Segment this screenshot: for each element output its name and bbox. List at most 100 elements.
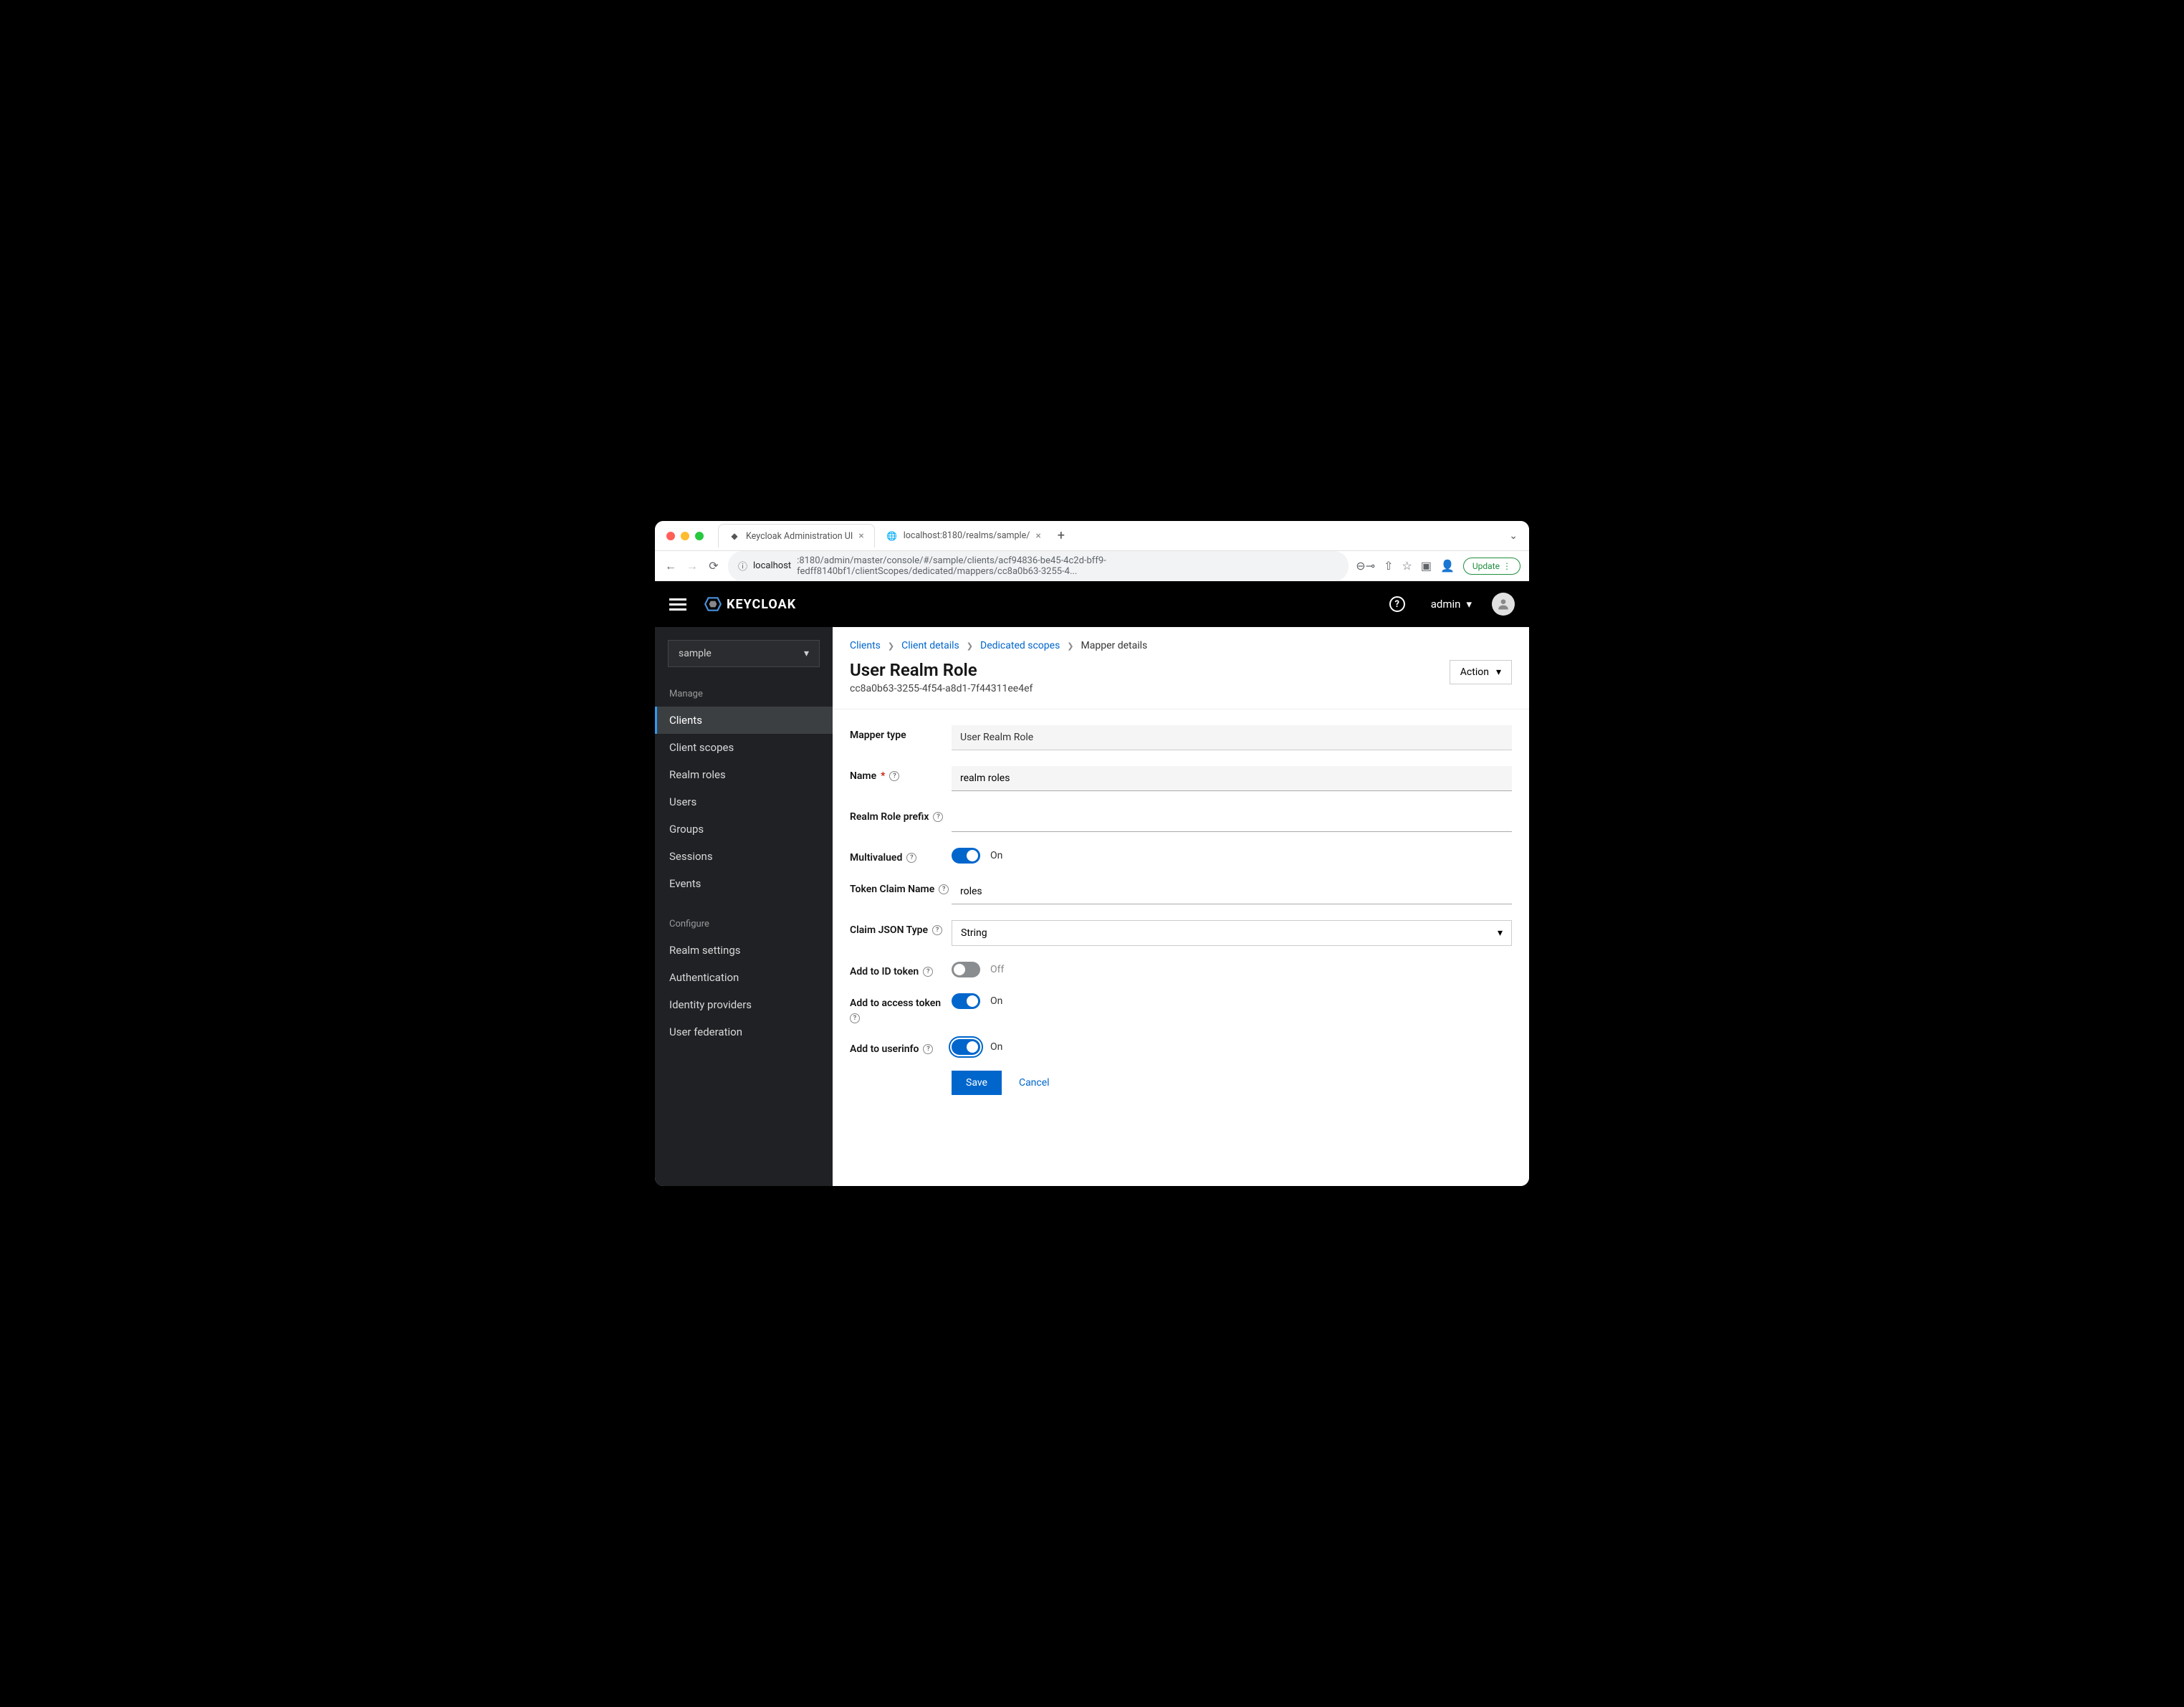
brand-text: KEYCLOAK [727,597,796,612]
sidebar-item-users[interactable]: Users [655,788,833,816]
traffic-lights [666,532,704,540]
prefix-input[interactable] [952,807,1512,832]
id-token-toggle[interactable] [952,962,980,977]
keycloak-logo-icon [704,595,722,613]
sidebar-item-authentication[interactable]: Authentication [655,964,833,991]
globe-favicon-icon: 🌐 [886,530,898,542]
nav-section-header: Manage [655,682,833,707]
caret-down-icon: ▾ [1466,598,1472,611]
label-token-claim-name: Token Claim Name [850,884,934,895]
sidebar-item-realm-settings[interactable]: Realm settings [655,937,833,964]
help-icon[interactable]: ? [939,884,949,894]
help-button[interactable]: ? [1389,596,1405,612]
help-icon[interactable]: ? [933,812,943,822]
toggle-state-text: Off [990,964,1004,975]
update-button[interactable]: Update⋮ [1463,558,1520,575]
bookmark-icon[interactable]: ☆ [1402,559,1412,573]
kebab-icon: ⋮ [1503,561,1511,571]
sidebar-item-identity-providers[interactable]: Identity providers [655,991,833,1018]
maximize-window-icon[interactable] [695,532,704,540]
breadcrumb-link-client-details[interactable]: Client details [901,640,959,651]
help-icon[interactable]: ? [850,1013,860,1023]
site-info-icon[interactable]: ⓘ [738,559,747,573]
browser-tab-localhost[interactable]: 🌐 localhost:8180/realms/sample/ × [876,525,1051,548]
chevron-right-icon: ❯ [967,641,973,651]
help-icon[interactable]: ? [923,1044,933,1054]
nav-section-header: Configure [655,912,833,937]
new-tab-button[interactable]: + [1053,528,1070,543]
sidebar: sample ▾ Manage Clients Client scopes Re… [655,627,833,1186]
close-window-icon[interactable] [666,532,675,540]
sidebar-item-clients[interactable]: Clients [655,707,833,734]
field-mapper-type: User Realm Role [952,725,1512,750]
label-add-to-userinfo: Add to userinfo [850,1043,919,1055]
name-input[interactable] [952,766,1512,791]
label-add-to-id-token: Add to ID token [850,966,919,977]
realm-selector[interactable]: sample ▾ [668,640,820,667]
help-icon[interactable]: ? [906,853,916,863]
sidebar-item-events[interactable]: Events [655,870,833,897]
app-topbar: KEYCLOAK ? admin ▾ [655,581,1529,627]
json-type-select[interactable]: String ▾ [952,920,1512,946]
page-title: User Realm Role [850,660,1033,680]
breadcrumb-link-clients[interactable]: Clients [850,640,881,651]
caret-down-icon: ▾ [1496,666,1501,678]
sidebar-item-sessions[interactable]: Sessions [655,843,833,870]
page-header: User Realm Role cc8a0b63-3255-4f54-a8d1-… [833,657,1529,709]
password-key-icon[interactable]: ⊖⊸ [1356,559,1375,573]
browser-tab-keycloak[interactable]: ◆ Keycloak Administration UI × [718,524,875,548]
label-claim-json-type: Claim JSON Type [850,924,928,936]
main-layout: sample ▾ Manage Clients Client scopes Re… [655,627,1529,1186]
label-realm-role-prefix: Realm Role prefix [850,811,929,823]
profile-icon[interactable]: 👤 [1440,559,1455,573]
url-path: :8180/admin/master/console/#/sample/clie… [797,555,1338,577]
close-tab-icon[interactable]: × [1035,530,1040,542]
address-bar: ← → ⟳ ⓘ localhost :8180/admin/master/cons… [655,551,1529,581]
share-icon[interactable]: ⇧ [1384,559,1393,573]
userinfo-toggle[interactable] [952,1039,980,1055]
person-icon [1496,597,1510,611]
forward-button[interactable]: → [685,559,699,573]
caret-down-icon: ▾ [1498,927,1503,939]
extensions-icon[interactable]: ▣ [1421,559,1432,573]
label-multivalued: Multivalued [850,852,902,864]
sidebar-item-groups[interactable]: Groups [655,816,833,843]
label-mapper-type: Mapper type [850,725,952,741]
avatar[interactable] [1492,593,1515,616]
token-claim-input[interactable] [952,879,1512,904]
reload-button[interactable]: ⟳ [707,559,721,573]
chevron-right-icon: ❯ [888,641,894,651]
tab-title: localhost:8180/realms/sample/ [904,530,1030,541]
minimize-window-icon[interactable] [681,532,689,540]
browser-window: ◆ Keycloak Administration UI × 🌐 localho… [655,521,1529,1186]
save-button[interactable]: Save [952,1071,1002,1095]
breadcrumb-link-dedicated-scopes[interactable]: Dedicated scopes [980,640,1060,651]
keycloak-favicon-icon: ◆ [729,530,740,542]
cancel-button[interactable]: Cancel [1019,1071,1050,1095]
sidebar-item-realm-roles[interactable]: Realm roles [655,761,833,788]
url-input[interactable]: ⓘ localhost :8180/admin/master/console/#/… [728,551,1349,581]
toggle-state-text: On [990,850,1002,861]
sidebar-item-client-scopes[interactable]: Client scopes [655,734,833,761]
tabs-overflow-icon[interactable]: ⌄ [1509,530,1518,542]
help-icon[interactable]: ? [932,925,942,935]
multivalued-toggle[interactable] [952,848,980,864]
sidebar-item-user-federation[interactable]: User federation [655,1018,833,1046]
titlebar: ◆ Keycloak Administration UI × 🌐 localho… [655,521,1529,551]
realm-name: sample [679,648,712,659]
content-area: Clients ❯ Client details ❯ Dedicated sco… [833,627,1529,1186]
breadcrumb-current: Mapper details [1081,640,1148,651]
menu-toggle-button[interactable] [669,596,686,613]
keycloak-logo[interactable]: KEYCLOAK [704,595,796,613]
action-menu-button[interactable]: Action ▾ [1450,660,1512,684]
help-icon[interactable]: ? [889,771,899,781]
toggle-state-text: On [990,995,1002,1007]
close-tab-icon[interactable]: × [858,530,863,542]
access-token-toggle[interactable] [952,993,980,1009]
back-button[interactable]: ← [664,559,678,573]
url-host: localhost [753,560,791,571]
page-subtitle: cc8a0b63-3255-4f54-a8d1-7f44311ee4ef [850,683,1033,694]
user-menu[interactable]: admin ▾ [1431,598,1472,611]
help-icon[interactable]: ? [923,967,933,977]
tab-title: Keycloak Administration UI [746,531,853,542]
